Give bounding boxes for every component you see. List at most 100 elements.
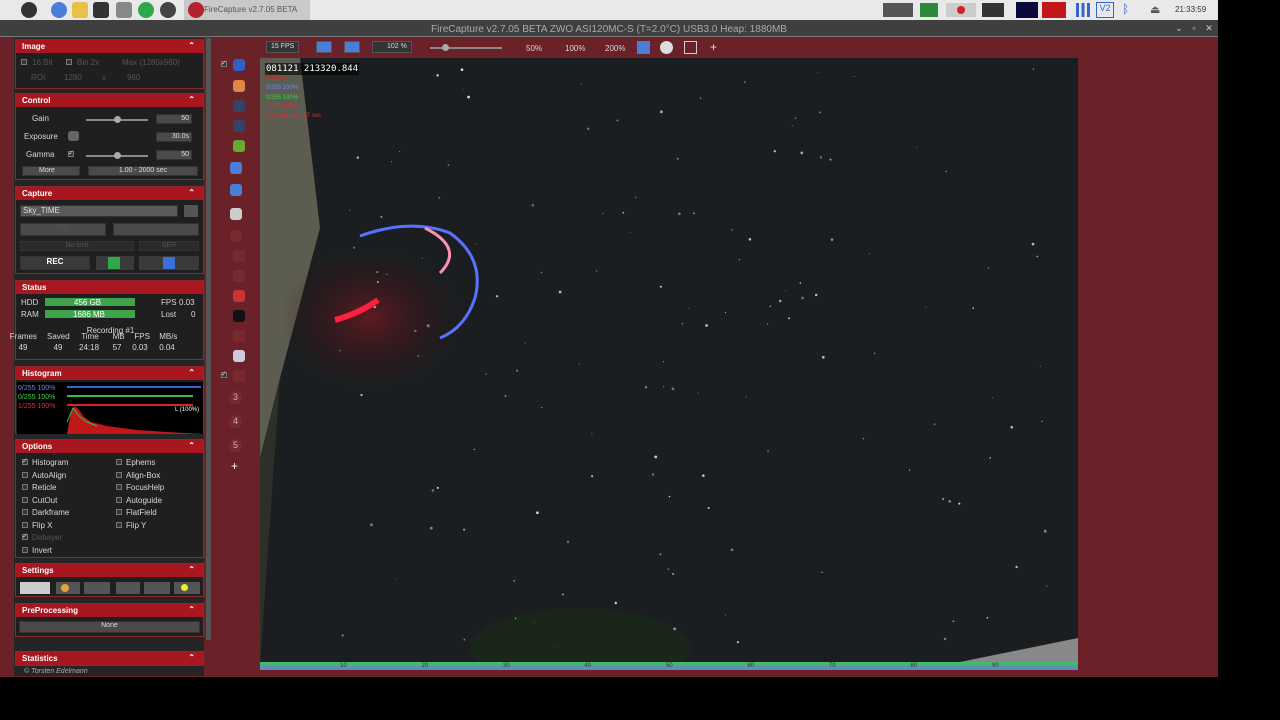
trash-tool-icon[interactable]: [230, 208, 242, 220]
no-limit-dropdown[interactable]: No limit: [20, 241, 134, 251]
option-checkbox[interactable]: [22, 546, 28, 553]
network-icon[interactable]: [1076, 3, 1090, 17]
zoom-50-button[interactable]: 50%: [526, 44, 542, 53]
status-header[interactable]: Status: [16, 281, 203, 294]
histogram-header[interactable]: Histogram ⌃: [16, 367, 203, 380]
save-tool-icon[interactable]: [230, 162, 242, 174]
format-dropdown[interactable]: SER: [139, 241, 199, 251]
gamma-checkbox[interactable]: [68, 149, 74, 157]
fit-view-button[interactable]: [316, 41, 332, 53]
gain-slider[interactable]: [86, 116, 148, 123]
add-tool-icon[interactable]: +: [231, 459, 238, 473]
histogram-tool-icon[interactable]: [233, 59, 245, 71]
tool-number-button[interactable]: 4: [229, 415, 242, 428]
preprocessing-dropdown[interactable]: None: [19, 621, 200, 633]
run-icon[interactable]: [637, 41, 650, 54]
roi-height-field[interactable]: 960: [127, 73, 140, 82]
option-checkbox[interactable]: [116, 496, 122, 503]
restore-icon[interactable]: ▫: [1189, 23, 1199, 33]
option-checkbox[interactable]: [116, 459, 122, 465]
record-tray-icon[interactable]: [946, 3, 976, 17]
capture-header[interactable]: Capture ⌃: [16, 187, 203, 200]
collapse-icon[interactable]: ⌃: [188, 653, 195, 662]
zoom-100-button[interactable]: 100%: [565, 44, 585, 53]
gain-slider-knob[interactable]: [114, 116, 121, 123]
collapse-icon[interactable]: ⌃: [188, 605, 195, 614]
l-filter-button[interactable]: L: [113, 223, 199, 236]
option-checkbox[interactable]: [116, 484, 122, 490]
grid-tool-icon[interactable]: [233, 370, 245, 382]
grid-tool-checkbox[interactable]: [221, 370, 227, 378]
statistics-header[interactable]: Statistics ⌃: [16, 652, 203, 665]
cross-tool-icon[interactable]: [233, 100, 245, 112]
layers-tool-icon[interactable]: [233, 270, 245, 282]
window-titlebar[interactable]: FireCapture v2.7.05 BETA ZWO ASI120MC-S …: [0, 20, 1218, 37]
raspberry-menu-icon[interactable]: [21, 2, 37, 18]
bluetooth-icon[interactable]: ᛒ: [1122, 2, 1132, 18]
refresh-app-icon[interactable]: [138, 2, 154, 18]
collapse-icon[interactable]: ⌃: [188, 368, 195, 377]
chevron-down-icon[interactable]: ⌄: [1174, 23, 1184, 33]
panel-scrollbar[interactable]: [206, 38, 211, 640]
color-tool-icon[interactable]: [233, 80, 245, 92]
exposure-value-field[interactable]: 30.0s: [156, 132, 192, 142]
gain-value-field[interactable]: 50: [156, 114, 192, 124]
rec-button[interactable]: REC: [20, 256, 90, 270]
target-tool-icon[interactable]: [233, 250, 245, 262]
roi-width-field[interactable]: 1280: [64, 73, 82, 82]
exposure-auto-icon[interactable]: [68, 131, 79, 141]
max-resolution-radio[interactable]: Max (1280x960): [122, 58, 180, 67]
dash-tool-icon[interactable]: [233, 330, 245, 342]
tool-number-button[interactable]: 3: [229, 391, 242, 404]
zoom-slider[interactable]: [430, 44, 502, 51]
settings-weather-button[interactable]: [84, 582, 110, 594]
line-tool-icon[interactable]: [233, 310, 245, 322]
gamma-slider-knob[interactable]: [114, 152, 121, 159]
sky-target-button[interactable]: Sky: [20, 223, 106, 236]
option-checkbox[interactable]: [116, 471, 122, 478]
settings-save-button[interactable]: [116, 582, 140, 594]
live-view[interactable]: [260, 58, 1078, 664]
bit16-checkbox[interactable]: [21, 59, 27, 65]
settings-palette-button[interactable]: [56, 582, 80, 594]
rgb-tool-icon[interactable]: [233, 290, 245, 302]
stop-button[interactable]: [139, 256, 199, 270]
option-checkbox[interactable]: [22, 496, 28, 503]
box-tool-icon[interactable]: [230, 230, 242, 242]
gamma-value-field[interactable]: 50: [156, 150, 192, 160]
option-checkbox[interactable]: [22, 457, 28, 465]
option-checkbox[interactable]: [116, 521, 122, 528]
more-dropdown[interactable]: More: [22, 166, 80, 176]
settings-camera-button[interactable]: [20, 582, 50, 594]
option-checkbox[interactable]: [22, 521, 28, 528]
tool-number-button[interactable]: 5: [229, 439, 242, 452]
fullscreen-button[interactable]: [344, 41, 360, 53]
option-checkbox[interactable]: [22, 471, 28, 478]
move-tool-icon[interactable]: [233, 140, 245, 152]
pause-button[interactable]: [96, 256, 134, 270]
green-tray-icon[interactable]: [920, 3, 938, 17]
globe-tool-icon[interactable]: [233, 350, 245, 362]
folder-icon[interactable]: [72, 2, 88, 18]
option-checkbox[interactable]: [22, 484, 28, 490]
settings-scope-button[interactable]: [144, 582, 170, 594]
histogram-tool-checkbox[interactable]: [221, 59, 227, 67]
collapse-icon[interactable]: ⌃: [188, 188, 195, 197]
terminal-icon[interactable]: [93, 2, 109, 18]
option-checkbox[interactable]: [116, 509, 122, 515]
options-header[interactable]: Options ⌃: [16, 440, 203, 453]
folder-tool-icon[interactable]: [230, 184, 242, 196]
window-switcher-icon[interactable]: [883, 3, 913, 17]
collapse-icon[interactable]: ⌃: [188, 41, 195, 50]
zoom-200-button[interactable]: 200%: [605, 44, 625, 53]
option-checkbox[interactable]: [22, 509, 28, 515]
vnc-icon[interactable]: V2: [1096, 2, 1114, 18]
option-checkbox[interactable]: [22, 532, 28, 540]
crop-icon[interactable]: [684, 41, 697, 54]
image-header[interactable]: Image ⌃: [16, 40, 203, 53]
exposure-range-field[interactable]: 1.00 - 2000 sec: [88, 166, 198, 176]
terminal-tray-icon[interactable]: [982, 3, 1004, 17]
collapse-icon[interactable]: ⌃: [188, 441, 195, 450]
control-header[interactable]: Control ⌃: [16, 94, 203, 107]
collapse-icon[interactable]: ⌃: [188, 95, 195, 104]
